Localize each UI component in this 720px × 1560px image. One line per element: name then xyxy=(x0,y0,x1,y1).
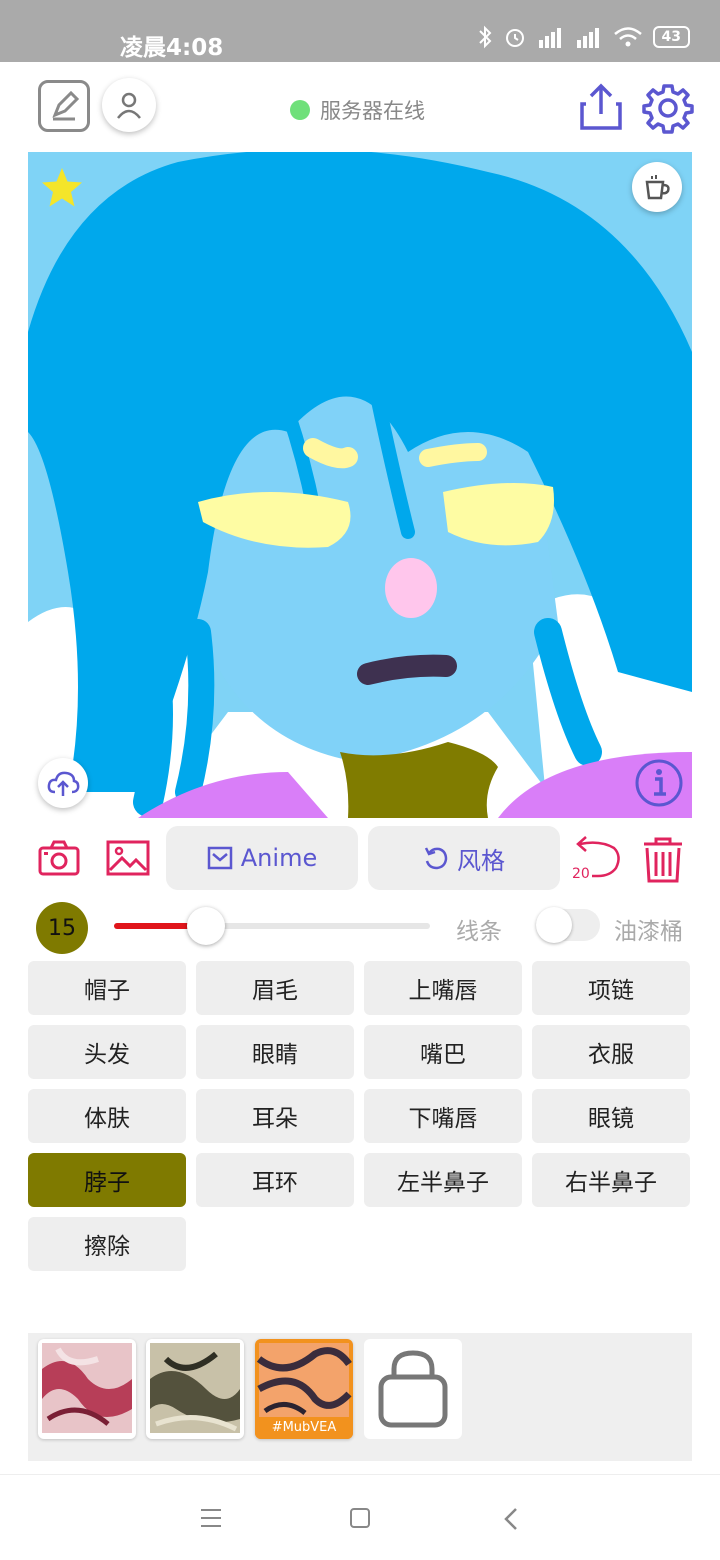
brush-size-slider[interactable] xyxy=(114,907,430,945)
brush-size-badge: 15 xyxy=(36,902,88,954)
style-button[interactable]: 风格 xyxy=(368,826,560,890)
draw-icon xyxy=(52,90,80,121)
style-thumbnail-3-selected[interactable]: #MubVEA xyxy=(255,1339,353,1439)
back-chevron-icon[interactable] xyxy=(502,1507,520,1531)
part-button[interactable]: 衣服 xyxy=(532,1025,690,1079)
part-button[interactable]: 耳环 xyxy=(196,1153,354,1207)
menu-lines-icon[interactable] xyxy=(200,1507,222,1529)
settings-gear-icon[interactable] xyxy=(642,82,694,134)
share-icon[interactable] xyxy=(578,82,624,132)
checkbox-mail-icon xyxy=(207,846,233,870)
gallery-image-icon[interactable] xyxy=(106,840,150,876)
slider-thumb[interactable] xyxy=(186,907,225,945)
home-square-icon[interactable] xyxy=(349,1507,371,1529)
trash-icon[interactable] xyxy=(640,836,686,884)
part-button[interactable]: 上嘴唇 xyxy=(364,961,522,1015)
favorite-star-icon[interactable] xyxy=(40,166,84,210)
wifi-icon xyxy=(613,27,642,47)
style-label: 风格 xyxy=(457,846,505,875)
part-button[interactable]: 擦除 xyxy=(28,1217,186,1271)
undo-count: 20 xyxy=(572,866,590,882)
profile-button[interactable] xyxy=(102,78,156,132)
donate-button[interactable] xyxy=(632,162,682,212)
style-tray: #MubVEA xyxy=(28,1333,692,1461)
system-nav-bar xyxy=(0,1474,720,1560)
bucket-label: 油漆桶 xyxy=(614,919,683,945)
style-thumbnail-2[interactable] xyxy=(146,1339,244,1439)
bucket-toggle[interactable] xyxy=(536,907,600,943)
part-button[interactable]: 耳朵 xyxy=(196,1089,354,1143)
part-button[interactable]: 眼睛 xyxy=(196,1025,354,1079)
server-status-dot xyxy=(290,100,310,120)
part-button[interactable]: 下嘴唇 xyxy=(364,1089,522,1143)
status-bar: 凌晨4:08 43 xyxy=(0,0,720,62)
user-icon xyxy=(117,92,141,119)
drawing-canvas[interactable] xyxy=(28,152,692,818)
part-button[interactable]: 左半鼻子 xyxy=(364,1153,522,1207)
style-store-button[interactable] xyxy=(364,1339,462,1439)
bluetooth-icon xyxy=(478,25,491,49)
info-icon[interactable] xyxy=(634,758,684,808)
tool-row: Anime 风格 20 xyxy=(0,826,720,892)
part-button[interactable]: 右半鼻子 xyxy=(532,1153,690,1207)
status-time: 凌晨4:08 xyxy=(120,35,224,61)
line-label: 线条 xyxy=(456,919,502,945)
toggle-knob xyxy=(536,907,572,943)
signal-icon xyxy=(538,28,561,48)
server-status-label: 服务器在线 xyxy=(320,99,425,123)
refresh-icon xyxy=(424,847,448,870)
cloud-upload-icon xyxy=(47,771,80,796)
part-button[interactable]: 体肤 xyxy=(28,1089,186,1143)
style-thumbnail-image xyxy=(42,1343,132,1433)
top-bar: 服务器在线 xyxy=(0,62,720,152)
server-status: 服务器在线 xyxy=(290,95,425,125)
edit-mode-button[interactable] xyxy=(38,80,90,132)
coffee-cup-icon xyxy=(645,175,670,200)
undo-button[interactable]: 20 xyxy=(570,834,624,884)
camera-icon[interactable] xyxy=(38,840,80,876)
part-button[interactable]: 帽子 xyxy=(28,961,186,1015)
brush-row: 15 线条 油漆桶 xyxy=(0,898,720,958)
style-thumbnail-1[interactable] xyxy=(38,1339,136,1439)
model-label: Anime xyxy=(240,844,318,872)
part-button[interactable]: 眉毛 xyxy=(196,961,354,1015)
signal-icon-2 xyxy=(576,28,599,48)
part-button[interactable]: 脖子 xyxy=(28,1153,186,1207)
battery-level: 43 xyxy=(652,26,690,48)
part-button[interactable]: 眼镜 xyxy=(532,1089,690,1143)
status-icons: 43 xyxy=(477,25,690,49)
part-button[interactable]: 头发 xyxy=(28,1025,186,1079)
sketch-drawing xyxy=(28,152,692,818)
alarm-icon xyxy=(505,29,524,47)
upload-button[interactable] xyxy=(38,758,88,808)
part-button[interactable]: 嘴巴 xyxy=(364,1025,522,1079)
part-button[interactable]: 项链 xyxy=(532,961,690,1015)
model-select-button[interactable]: Anime xyxy=(166,826,358,890)
shopping-bag-icon xyxy=(378,1350,448,1428)
style-thumbnail-image xyxy=(150,1343,240,1433)
style-tag: #MubVEA xyxy=(255,1417,353,1439)
